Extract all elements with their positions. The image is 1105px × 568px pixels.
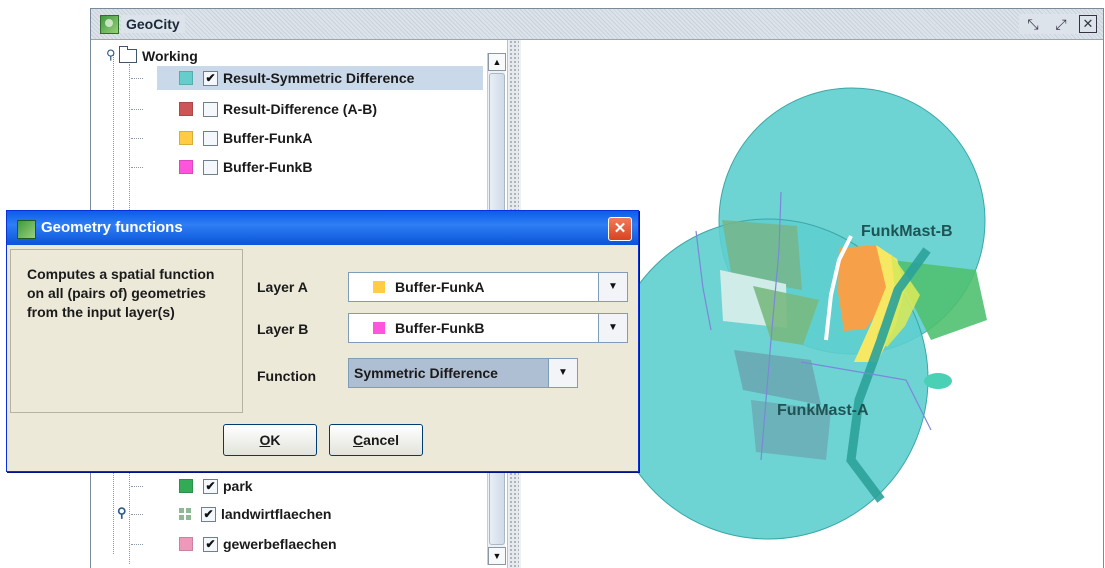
map-label-funkmast-b: FunkMast-B: [861, 223, 953, 240]
layer-visibility-checkbox[interactable]: ✔: [203, 536, 218, 552]
layer-b-label: Layer B: [257, 321, 309, 337]
layer-visibility-checkbox[interactable]: [203, 159, 218, 175]
layer-item-label: Buffer-FunkB: [223, 159, 313, 175]
window-title: GeoCity: [121, 15, 185, 33]
layer-visibility-checkbox[interactable]: [203, 130, 218, 146]
ok-button[interactable]: OK: [223, 424, 317, 456]
scroll-down-icon[interactable]: ▼: [488, 547, 506, 565]
layer-a-combo[interactable]: Buffer-FunkA ▼: [348, 272, 628, 302]
cancel-button[interactable]: Cancel: [329, 424, 423, 456]
layer-color-swatch: [179, 537, 193, 551]
window-title-bar[interactable]: GeoCity ⤡ ⤢ ✕: [91, 9, 1103, 40]
maximize-icon[interactable]: ⤢: [1051, 14, 1071, 34]
geocity-app-icon: [100, 15, 119, 34]
tree-connector: [131, 78, 143, 79]
function-label: Function: [257, 368, 317, 384]
grid-icon: [179, 508, 191, 520]
tree-root-working[interactable]: Working: [119, 44, 198, 68]
ok-mnemonic: O: [259, 432, 271, 448]
tree-connector: [131, 486, 143, 487]
tree-connector: [131, 544, 143, 545]
dialog-description-panel: Computes a spatial function on all (pair…: [10, 249, 243, 413]
layer-color-swatch: [179, 160, 193, 174]
map-features: FunkMast-B FunkMast-A: [607, 87, 987, 540]
layer-b-value: Buffer-FunkB: [395, 320, 485, 336]
layer-item[interactable]: Buffer-FunkB: [131, 155, 313, 179]
layer-item-label: Buffer-FunkA: [223, 130, 313, 146]
chevron-down-icon[interactable]: ▼: [598, 273, 627, 301]
app-root: GeoCity ⤡ ⤢ ✕ ⚲ Working ✔ Result-Symmetri…: [0, 0, 1105, 568]
layer-item-label: Result-Symmetric Difference: [223, 70, 415, 86]
geometry-functions-dialog: Geometry functions ✕ Computes a spatial …: [6, 210, 639, 472]
close-window-icon[interactable]: ✕: [1079, 15, 1097, 33]
layer-item-label: Result-Difference (A-B): [223, 101, 378, 117]
layer-visibility-checkbox[interactable]: ✔: [203, 478, 218, 494]
layer-color-swatch: [179, 102, 193, 116]
layer-item[interactable]: ✔ gewerbeflaechen: [131, 532, 337, 556]
layer-a-swatch: [373, 281, 385, 293]
function-combo[interactable]: Symmetric Difference ▼: [348, 358, 578, 388]
chevron-down-icon[interactable]: ▼: [598, 314, 627, 342]
chevron-down-icon[interactable]: ▼: [548, 359, 577, 387]
scroll-up-icon[interactable]: ▲: [488, 53, 506, 71]
layer-b-swatch: [373, 322, 385, 334]
window-controls: ⤡ ⤢ ✕: [1019, 14, 1097, 34]
layer-color-swatch: [179, 479, 193, 493]
layer-item-label: gewerbeflaechen: [223, 536, 337, 552]
layer-item[interactable]: ⚲ ✔ landwirtflaechen: [117, 502, 332, 526]
layer-item[interactable]: ✔ park: [131, 474, 253, 498]
folder-icon: [119, 46, 137, 63]
layer-visibility-checkbox[interactable]: [203, 101, 218, 117]
layer-a-label: Layer A: [257, 279, 308, 295]
cancel-label: ancel: [363, 432, 399, 448]
pond: [924, 373, 952, 389]
dialog-app-icon: [17, 220, 36, 239]
dialog-title-bar[interactable]: Geometry functions ✕: [7, 211, 638, 245]
restore-down-icon[interactable]: ⤡: [1023, 14, 1043, 34]
collapse-node-icon[interactable]: ⚲: [106, 47, 116, 63]
expand-node-icon[interactable]: ⚲: [117, 505, 127, 521]
layer-b-combo[interactable]: Buffer-FunkB ▼: [348, 313, 628, 343]
layer-item-label: park: [223, 478, 253, 494]
map-label-funkmast-a: FunkMast-A: [777, 402, 869, 419]
layer-visibility-checkbox[interactable]: ✔: [203, 70, 218, 86]
layer-item[interactable]: Result-Difference (A-B): [131, 97, 378, 121]
tree-connector: [131, 514, 143, 515]
layer-item-label: landwirtflaechen: [221, 506, 332, 522]
dialog-description: Computes a spatial function on all (pair…: [27, 266, 215, 320]
layer-visibility-checkbox[interactable]: ✔: [201, 506, 216, 522]
tree-connector: [131, 109, 143, 110]
layer-color-swatch: [179, 71, 193, 85]
dialog-close-button[interactable]: ✕: [608, 217, 632, 241]
tree-root-label: Working: [142, 48, 198, 64]
cancel-mnemonic: C: [353, 432, 364, 448]
layer-color-swatch: [179, 131, 193, 145]
tree-connector: [131, 138, 143, 139]
layer-a-value: Buffer-FunkA: [395, 279, 485, 295]
close-icon: ✕: [613, 220, 627, 237]
layer-item[interactable]: Buffer-FunkA: [131, 126, 313, 150]
layer-item[interactable]: ✔ Result-Symmetric Difference: [131, 66, 483, 90]
dialog-title: Geometry functions: [41, 219, 183, 236]
tree-connector: [131, 167, 143, 168]
ok-label: K: [270, 432, 281, 448]
function-value: Symmetric Difference: [354, 365, 498, 381]
